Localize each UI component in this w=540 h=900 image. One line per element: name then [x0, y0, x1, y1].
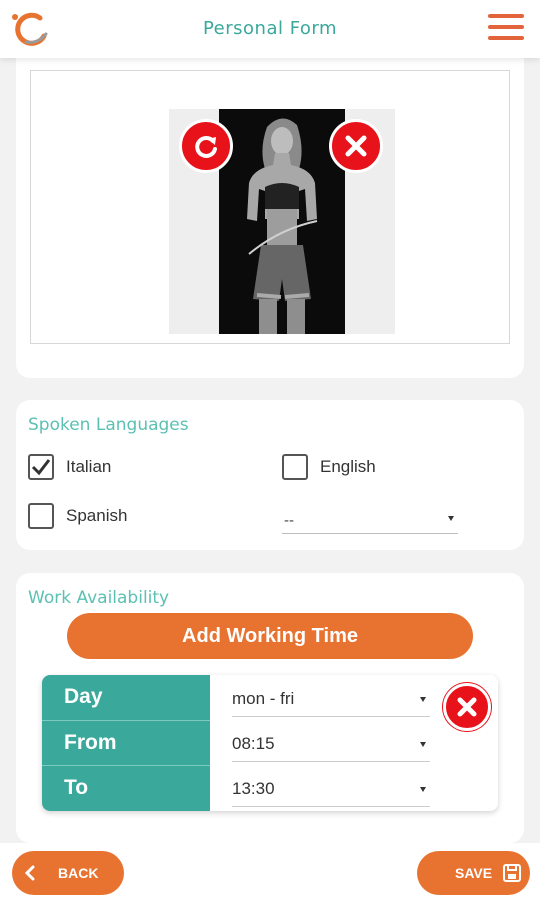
from-label: From	[64, 731, 117, 754]
work-title: Work Availability	[28, 588, 170, 608]
language-label: English	[320, 457, 376, 476]
chevron-down-icon	[420, 787, 426, 792]
language-option-spanish[interactable]: Spanish	[28, 503, 127, 529]
divider	[42, 720, 210, 721]
from-time-select[interactable]: 08:15	[232, 722, 430, 762]
divider	[42, 765, 210, 766]
chevron-down-icon	[448, 516, 454, 521]
time-labels-column: Day From To	[42, 675, 210, 811]
day-select[interactable]: mon - fri	[232, 677, 430, 717]
languages-title: Spoken Languages	[28, 415, 189, 435]
save-label: SAVE	[455, 865, 493, 881]
work-availability-card: Work Availability Add Working Time Day F…	[16, 573, 524, 843]
language-option-italian[interactable]: Italian	[28, 454, 111, 480]
photo-card	[16, 58, 524, 378]
app-header: Personal Form	[0, 0, 540, 58]
back-button[interactable]: BACK	[12, 851, 124, 895]
checkbox-unchecked[interactable]	[28, 503, 54, 529]
chevron-left-icon	[24, 865, 35, 881]
close-icon	[345, 135, 367, 157]
chevron-down-icon	[420, 697, 426, 702]
hamburger-menu-icon[interactable]	[488, 14, 524, 44]
back-label: BACK	[58, 865, 99, 881]
select-value: mon - fri	[232, 689, 295, 708]
select-value: 08:15	[232, 734, 275, 753]
to-label: To	[64, 776, 89, 799]
check-icon	[31, 459, 51, 476]
rotate-photo-button[interactable]	[179, 119, 233, 173]
working-time-entry: Day From To mon - fri 08:15 13:30	[42, 675, 498, 811]
select-value: --	[284, 512, 294, 529]
add-working-time-button[interactable]: Add Working Time	[67, 613, 473, 659]
rotate-icon	[195, 135, 217, 158]
checkbox-unchecked[interactable]	[282, 454, 308, 480]
delete-photo-button[interactable]	[329, 119, 383, 173]
page-title: Personal Form	[202, 18, 338, 39]
profile-photo	[219, 109, 345, 334]
language-label: Spanish	[66, 506, 128, 525]
chevron-down-icon	[420, 742, 426, 747]
checkbox-checked[interactable]	[28, 454, 54, 480]
close-icon	[457, 697, 477, 717]
select-value: 13:30	[232, 779, 275, 798]
save-button[interactable]: SAVE	[417, 851, 530, 895]
language-option-english[interactable]: English	[282, 454, 376, 480]
language-label: Italian	[66, 457, 112, 476]
to-time-select[interactable]: 13:30	[232, 767, 430, 807]
photo-background	[169, 109, 395, 334]
languages-card: Spoken Languages Italian English Spanish…	[16, 400, 524, 550]
other-language-select[interactable]: --	[282, 504, 458, 534]
day-label: Day	[64, 685, 103, 708]
floppy-disk-icon	[503, 864, 522, 882]
delete-working-time-button[interactable]	[443, 683, 491, 731]
photo-frame	[30, 70, 510, 344]
footer-bar: BACK SAVE	[0, 843, 540, 900]
